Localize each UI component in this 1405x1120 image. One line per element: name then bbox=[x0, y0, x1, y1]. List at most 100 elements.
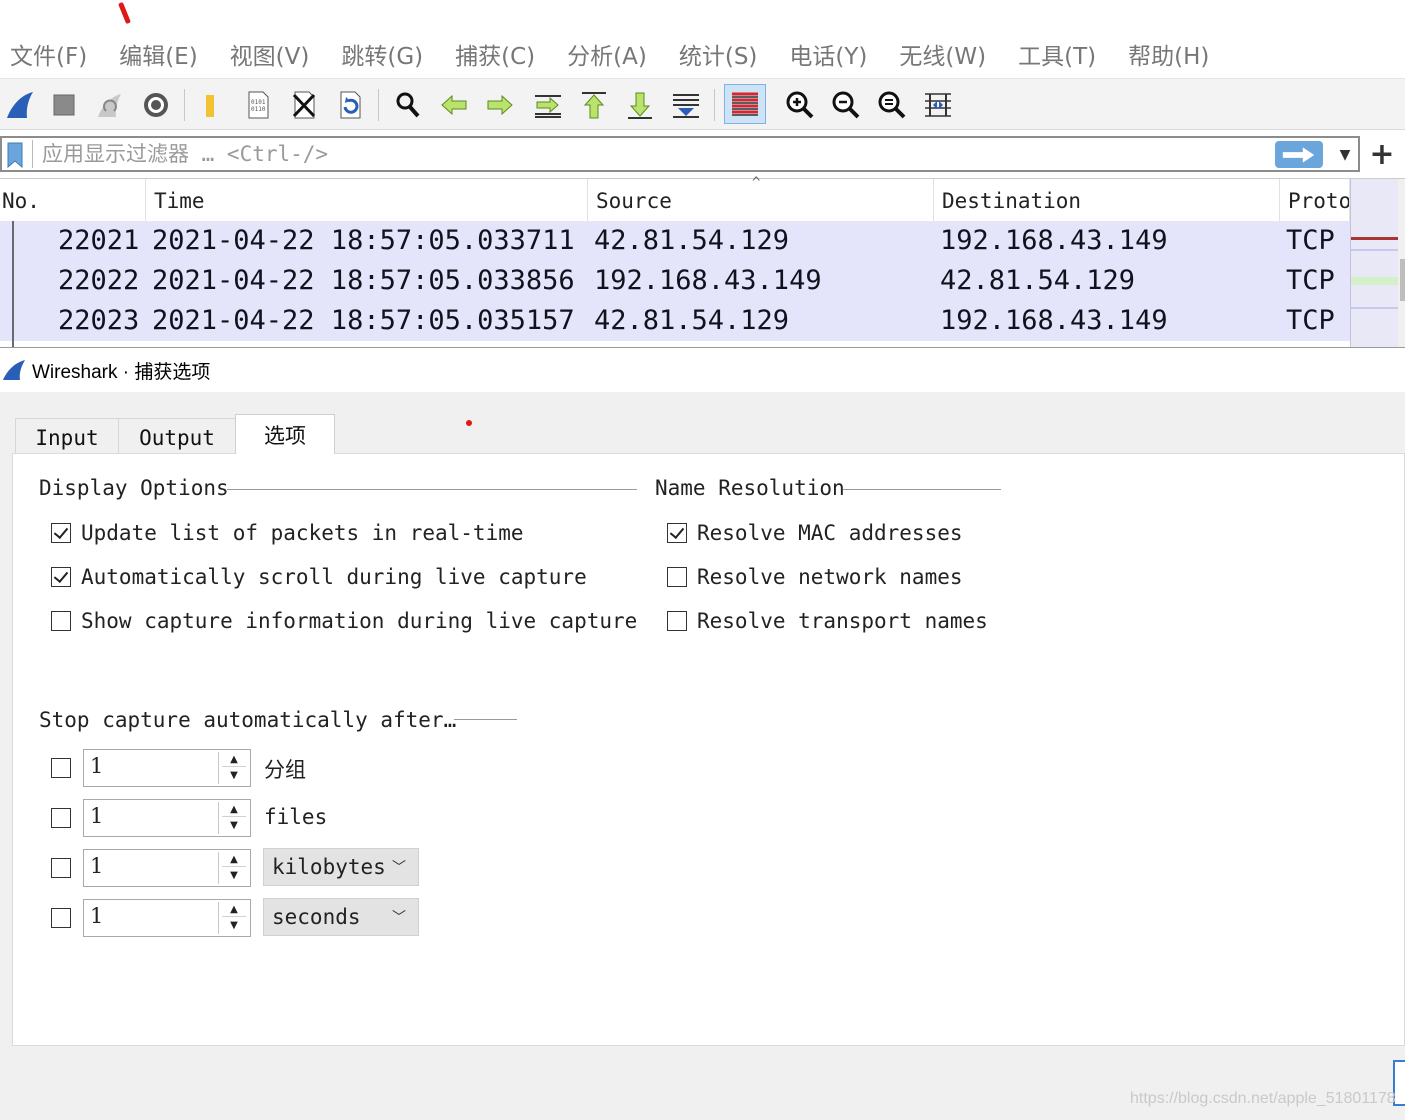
menu-go[interactable]: 跳转(G) bbox=[331, 37, 423, 71]
reload-icon[interactable] bbox=[332, 87, 368, 123]
back-arrow-icon[interactable] bbox=[436, 87, 472, 123]
size-unit-value: kilobytes bbox=[272, 855, 386, 879]
resolve-transport-option[interactable]: Resolve transport names bbox=[667, 609, 988, 633]
column-header-no[interactable]: No. bbox=[0, 179, 146, 221]
resolve-network-option[interactable]: Resolve network names bbox=[667, 565, 963, 589]
column-header-time[interactable]: Time bbox=[146, 179, 588, 221]
packet-no: 22021 bbox=[58, 225, 140, 256]
auto-scroll-option[interactable]: Automatically scroll during live capture bbox=[51, 565, 587, 589]
menu-file[interactable]: 文件(F) bbox=[0, 37, 87, 71]
size-spinbox[interactable]: 1 ▲ ▼ bbox=[83, 849, 251, 887]
zoom-normal-icon[interactable] bbox=[874, 87, 910, 123]
chevron-down-icon: ﹀ bbox=[392, 860, 406, 876]
menu-wireless[interactable]: 无线(W) bbox=[889, 37, 986, 71]
packet-time: 2021-04-22 18:57:05.035157 bbox=[152, 305, 575, 336]
close-file-icon[interactable] bbox=[286, 87, 322, 123]
stop-after-time-checkbox[interactable] bbox=[51, 908, 71, 928]
stop-icon[interactable] bbox=[46, 87, 82, 123]
column-header-source[interactable]: Source bbox=[588, 179, 934, 221]
show-capture-info-option[interactable]: Show capture information during live cap… bbox=[51, 609, 637, 633]
table-row[interactable]: 22022 2021-04-22 18:57:05.033856 192.168… bbox=[0, 261, 1350, 301]
display-filter-input[interactable] bbox=[38, 139, 1258, 169]
files-count-spinbox[interactable]: 1 ▲ ▼ bbox=[83, 799, 251, 837]
tab-input[interactable]: Input bbox=[15, 418, 119, 456]
options-gear-icon[interactable] bbox=[138, 87, 174, 123]
tab-options[interactable]: 选项 bbox=[235, 414, 335, 454]
menu-help[interactable]: 帮助(H) bbox=[1118, 37, 1209, 71]
spinbox-value[interactable]: 1 bbox=[90, 804, 103, 828]
packet-minimap[interactable] bbox=[1350, 179, 1399, 347]
time-spinbox[interactable]: 1 ▲ ▼ bbox=[83, 899, 251, 937]
show-capture-info-checkbox[interactable] bbox=[51, 611, 71, 631]
spin-up-icon[interactable]: ▲ bbox=[222, 802, 246, 817]
stop-after-size-checkbox[interactable] bbox=[51, 858, 71, 878]
scrollbar-thumb[interactable] bbox=[1400, 259, 1405, 301]
packet-list-header: No. Time Source Destination Proto ^ bbox=[0, 175, 1350, 221]
minimap-marks bbox=[1351, 237, 1399, 309]
menu-analyze[interactable]: 分析(A) bbox=[557, 37, 647, 71]
time-unit-value: seconds bbox=[272, 905, 361, 929]
spinbox-value[interactable]: 1 bbox=[90, 754, 103, 778]
menu-tools[interactable]: 工具(T) bbox=[1008, 37, 1096, 71]
spin-down-icon[interactable]: ▼ bbox=[222, 818, 246, 833]
resolve-mac-checkbox[interactable] bbox=[667, 523, 687, 543]
time-unit-select[interactable]: seconds ﹀ bbox=[263, 898, 419, 936]
resolve-mac-option[interactable]: Resolve MAC addresses bbox=[667, 521, 963, 545]
forward-arrow-icon[interactable] bbox=[482, 87, 518, 123]
size-unit-select[interactable]: kilobytes ﹀ bbox=[263, 848, 419, 886]
first-packet-icon[interactable] bbox=[576, 87, 612, 123]
resolve-transport-checkbox[interactable] bbox=[667, 611, 687, 631]
update-list-realtime-option[interactable]: Update list of packets in real-time bbox=[51, 521, 524, 545]
menu-capture[interactable]: 捕获(C) bbox=[445, 37, 535, 71]
spinbox-value[interactable]: 1 bbox=[90, 854, 103, 878]
stop-after-files-checkbox[interactable] bbox=[51, 808, 71, 828]
resize-columns-icon[interactable] bbox=[920, 87, 956, 123]
column-header-protocol[interactable]: Proto bbox=[1280, 179, 1350, 221]
tab-output[interactable]: Output bbox=[118, 418, 236, 456]
column-header-destination[interactable]: Destination bbox=[934, 179, 1280, 221]
spin-down-icon[interactable]: ▼ bbox=[222, 868, 246, 883]
go-to-packet-icon[interactable] bbox=[530, 87, 566, 123]
restart-icon[interactable] bbox=[92, 87, 128, 123]
bookmark-icon[interactable] bbox=[7, 142, 23, 169]
open-folder-icon[interactable] bbox=[194, 87, 230, 123]
spin-down-icon[interactable]: ▼ bbox=[222, 918, 246, 933]
capture-options-dialog: Input Output 选项 Display Options Update l… bbox=[0, 392, 1405, 1120]
autoscroll-icon[interactable] bbox=[668, 87, 704, 123]
group-divider bbox=[843, 489, 1001, 490]
apply-filter-button[interactable] bbox=[1275, 141, 1323, 168]
packet-destination: 42.81.54.129 bbox=[940, 265, 1136, 296]
last-packet-icon[interactable] bbox=[622, 87, 658, 123]
menu-telephony[interactable]: 电话(Y) bbox=[779, 37, 867, 71]
update-list-checkbox[interactable] bbox=[51, 523, 71, 543]
zoom-in-icon[interactable] bbox=[782, 87, 818, 123]
packet-destination: 192.168.43.149 bbox=[940, 305, 1168, 336]
resolve-mac-label: Resolve MAC addresses bbox=[697, 521, 963, 545]
save-file-icon[interactable]: 0101 0110 bbox=[240, 87, 276, 123]
table-row[interactable]: 22021 2021-04-22 18:57:05.033711 42.81.5… bbox=[0, 221, 1350, 261]
spin-up-icon[interactable]: ▲ bbox=[222, 752, 246, 767]
spinbox-value[interactable]: 1 bbox=[90, 904, 103, 928]
resolve-network-checkbox[interactable] bbox=[667, 567, 687, 587]
stop-after-packets-checkbox[interactable] bbox=[51, 758, 71, 778]
table-row[interactable]: 22023 2021-04-22 18:57:05.035157 42.81.5… bbox=[0, 301, 1350, 341]
menu-view[interactable]: 视图(V) bbox=[220, 37, 310, 71]
spinbox-arrows: ▲ ▼ bbox=[218, 902, 248, 934]
sort-caret-icon: ^ bbox=[752, 175, 761, 191]
packets-count-spinbox[interactable]: 1 ▲ ▼ bbox=[83, 749, 251, 787]
menu-edit[interactable]: 编辑(E) bbox=[109, 37, 197, 71]
packet-no: 22022 bbox=[58, 265, 140, 296]
spin-down-icon[interactable]: ▼ bbox=[222, 768, 246, 783]
colorize-icon[interactable] bbox=[724, 84, 766, 124]
shark-fin-icon[interactable] bbox=[2, 87, 38, 123]
find-icon[interactable] bbox=[390, 87, 426, 123]
zoom-out-icon[interactable] bbox=[828, 87, 864, 123]
spin-up-icon[interactable]: ▲ bbox=[222, 852, 246, 867]
spin-up-icon[interactable]: ▲ bbox=[222, 902, 246, 917]
auto-scroll-label: Automatically scroll during live capture bbox=[81, 565, 587, 589]
spinbox-arrows: ▲ ▼ bbox=[218, 802, 248, 834]
chevron-down-icon[interactable]: ▼ bbox=[1332, 142, 1358, 168]
menu-statistics[interactable]: 统计(S) bbox=[669, 37, 758, 71]
auto-scroll-checkbox[interactable] bbox=[51, 567, 71, 587]
add-filter-button[interactable]: + bbox=[1366, 136, 1398, 172]
